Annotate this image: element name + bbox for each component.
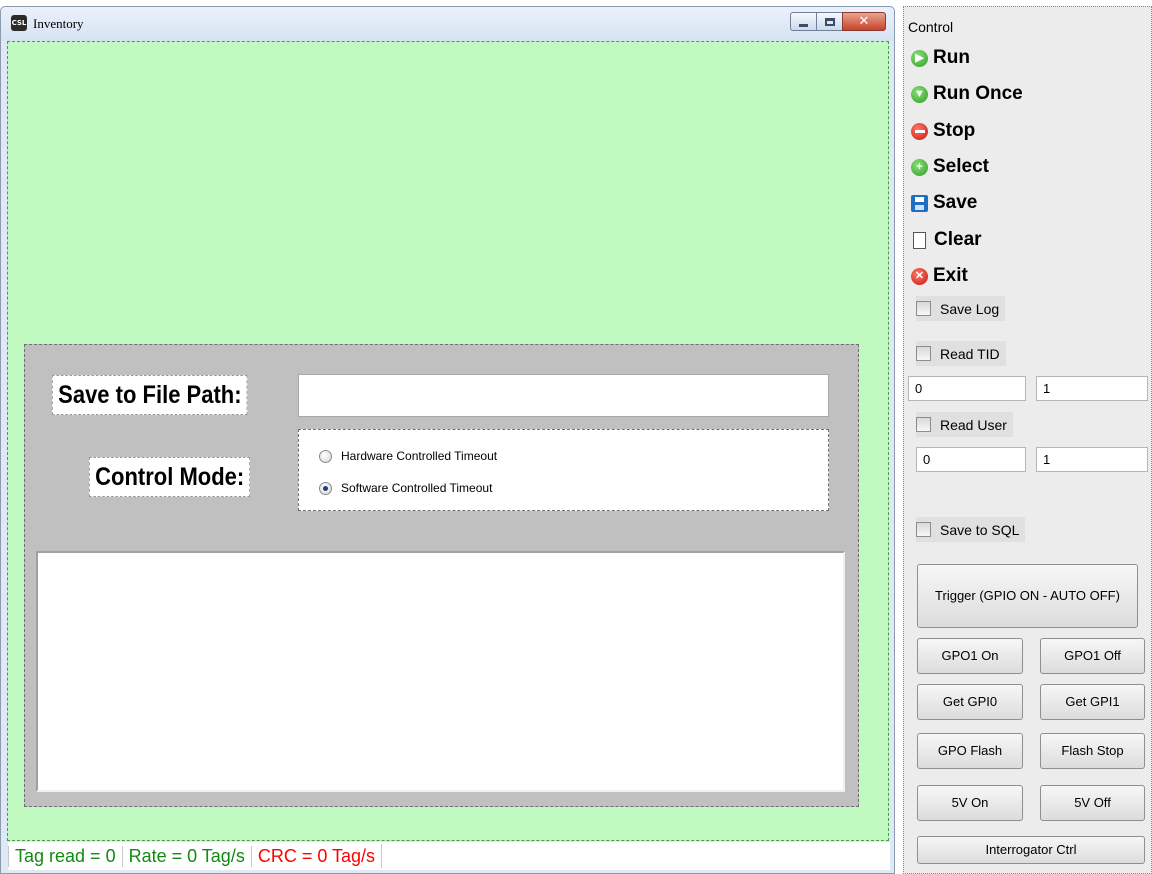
radio-hardware-timeout[interactable]: Hardware Controlled Timeout [319,449,497,463]
read-user-checkbox[interactable]: Read User [916,412,1013,437]
select-icon: + [911,158,928,176]
tag-read-status: Tag read = 0 [8,845,122,867]
title-bar[interactable]: CSL Inventory ✕ [1,7,894,41]
run-button[interactable]: ▶ Run [911,47,970,69]
path-label: Save to File Path: [52,375,248,415]
status-divider [381,844,383,868]
blank-page-icon [913,231,926,249]
stop-label: Stop [933,120,976,141]
run-label: Run [933,47,970,68]
checkbox-box [916,417,931,432]
inventory-client-area: Save to File Path: Control Mode: Hardwar… [7,41,890,870]
maximize-icon [824,17,835,26]
radio-label: Hardware Controlled Timeout [341,449,498,463]
run-once-icon: ▼ [911,85,928,103]
control-pane: Control ▶ Run ▼ Run Once Stop + Select S… [903,6,1152,874]
file-path-input[interactable] [298,374,829,417]
get-gpi0-button[interactable]: Get GPI0 [917,684,1023,720]
radio-label: Software Controlled Timeout [341,481,493,495]
save-to-sql-checkbox[interactable]: Save to SQL [916,517,1026,542]
app-icon: CSL [11,15,27,31]
exit-button[interactable]: ✕ Exit [911,265,968,287]
run-once-button[interactable]: ▼ Run Once [911,83,1023,105]
stop-button[interactable]: Stop [911,120,975,142]
close-icon: ✕ [858,14,870,29]
maximize-button[interactable] [816,12,843,31]
settings-panel: Save to File Path: Control Mode: Hardwar… [24,344,859,807]
control-mode-group: Hardware Controlled Timeout Software Con… [298,429,829,511]
save-log-label: Save Log [940,300,1000,317]
select-label: Select [933,156,989,177]
exit-icon: ✕ [911,267,928,285]
interrogator-ctrl-button[interactable]: Interrogator Ctrl [917,836,1145,864]
gpo-flash-button[interactable]: GPO Flash [917,733,1023,769]
control-title: Control [908,19,954,35]
checkbox-box [916,301,931,316]
close-button[interactable]: ✕ [842,12,886,31]
read-user-label: Read User [940,416,1007,433]
exit-label: Exit [933,265,968,286]
save-to-sql-label: Save to SQL [940,521,1020,538]
gpo1-on-button[interactable]: GPO1 On [917,638,1023,674]
radio-button-selected-icon [319,481,332,495]
read-tid-label: Read TID [940,345,1000,362]
status-strip: Tag read = 0 Rate = 0 Tag/s CRC = 0 Tag/… [8,842,890,870]
checkbox-box [916,522,931,537]
tid-length-input[interactable] [1036,376,1148,401]
gpo1-off-button[interactable]: GPO1 Off [1040,638,1145,674]
clear-button[interactable]: Clear [911,229,982,251]
minimize-icon [799,23,808,27]
clear-label: Clear [934,229,982,250]
run-once-label: Run Once [933,83,1023,104]
get-gpi1-button[interactable]: Get GPI1 [1040,684,1145,720]
read-tid-checkbox[interactable]: Read TID [916,341,1006,366]
rate-status: Rate = 0 Tag/s [121,845,251,867]
floppy-disk-icon [911,194,928,212]
radio-button-icon [319,449,332,463]
trigger-gpio-button[interactable]: Trigger (GPIO ON - AUTO OFF) [917,564,1138,628]
flash-stop-button[interactable]: Flash Stop [1040,733,1145,769]
save-label: Save [933,192,978,213]
crc-status: CRC = 0 Tag/s [250,845,381,867]
5v-off-button[interactable]: 5V Off [1040,785,1145,821]
stop-icon [911,122,928,140]
select-button[interactable]: + Select [911,156,989,178]
inventory-window: CSL Inventory ✕ Save to File Path: Contr… [0,6,895,874]
user-start-input[interactable] [916,447,1026,472]
user-length-input[interactable] [1036,447,1148,472]
window-title: Inventory [33,16,84,31]
checkbox-box [916,346,931,361]
caption-buttons: ✕ [790,12,886,31]
play-icon: ▶ [911,49,928,67]
save-log-checkbox[interactable]: Save Log [916,296,1006,321]
minimize-button[interactable] [790,12,817,31]
radio-software-timeout[interactable]: Software Controlled Timeout [319,481,492,495]
tid-start-input[interactable] [908,376,1026,401]
save-button[interactable]: Save [911,192,977,214]
5v-on-button[interactable]: 5V On [917,785,1023,821]
control-mode-label: Control Mode: [89,457,251,497]
tag-log-textbox[interactable] [36,551,845,792]
